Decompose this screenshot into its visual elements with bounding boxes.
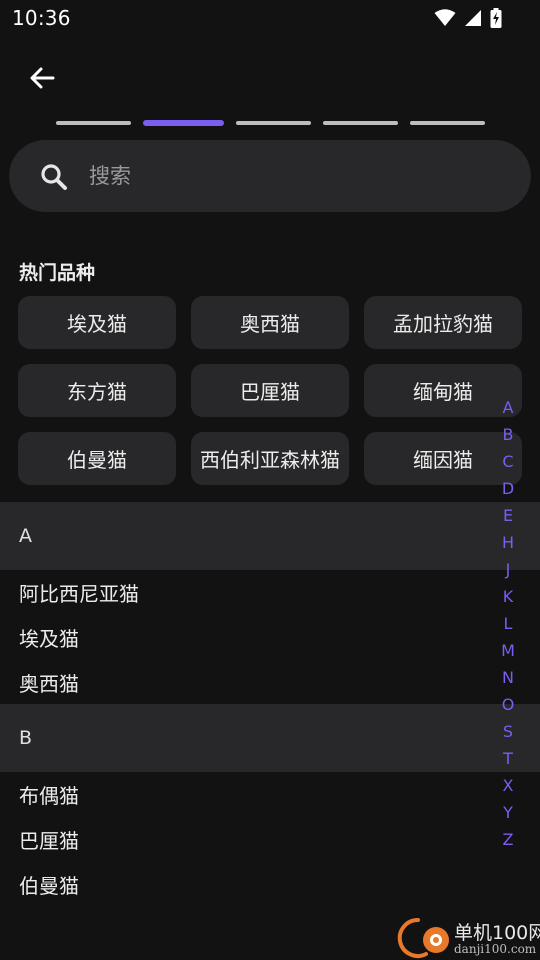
watermark-subtitle: danji100.com: [454, 942, 537, 956]
back-button[interactable]: [22, 58, 62, 98]
breed-list-item[interactable]: 伯曼猫: [0, 862, 540, 907]
alphabet-index: A B C D E H J K L M N O S T X Y Z: [496, 394, 520, 853]
index-letter-m[interactable]: M: [496, 637, 520, 664]
index-letter-z[interactable]: Z: [496, 826, 520, 853]
index-letter-s[interactable]: S: [496, 718, 520, 745]
section-header: A: [0, 502, 540, 570]
breed-list-item[interactable]: 巴厘猫: [0, 817, 540, 862]
index-letter-h[interactable]: H: [496, 529, 520, 556]
index-letter-l[interactable]: L: [496, 610, 520, 637]
breed-chip[interactable]: 西伯利亚森林猫: [191, 432, 349, 485]
popular-breeds-title: 热门品种: [19, 262, 96, 284]
index-letter-o[interactable]: O: [496, 691, 520, 718]
index-letter-a[interactable]: A: [496, 394, 520, 421]
breed-chip[interactable]: 埃及猫: [18, 296, 176, 349]
index-letter-e[interactable]: E: [496, 502, 520, 529]
search-icon: [39, 162, 69, 196]
index-letter-c[interactable]: C: [496, 448, 520, 475]
step-indicator-2-active: [143, 120, 224, 126]
status-icons: [434, 8, 502, 28]
breed-chip[interactable]: 孟加拉豹猫: [364, 296, 522, 349]
breed-chip[interactable]: 巴厘猫: [191, 364, 349, 417]
breed-chip[interactable]: 奥西猫: [191, 296, 349, 349]
breed-chip[interactable]: 伯曼猫: [18, 432, 176, 485]
breed-list-item[interactable]: 布偶猫: [0, 772, 540, 817]
breed-chip[interactable]: 东方猫: [18, 364, 176, 417]
index-letter-y[interactable]: Y: [496, 799, 520, 826]
step-indicator-1: [56, 121, 131, 125]
watermark-logo-icon: [397, 917, 449, 958]
index-letter-j[interactable]: J: [496, 556, 520, 583]
step-indicator-4: [323, 121, 398, 125]
index-letter-t[interactable]: T: [496, 745, 520, 772]
section-header: B: [0, 704, 540, 772]
step-indicator-3: [236, 121, 311, 125]
popular-breeds-grid: 埃及猫 奥西猫 孟加拉豹猫 东方猫 巴厘猫 缅甸猫 伯曼猫 西伯利亚森林猫 缅因…: [18, 296, 522, 485]
breed-list-item[interactable]: 奥西猫: [0, 660, 540, 705]
breed-list-item[interactable]: 阿比西尼亚猫: [0, 570, 540, 615]
status-time: 10:36: [12, 6, 71, 30]
watermark: 单机100网 danji100.com: [388, 914, 540, 960]
index-letter-x[interactable]: X: [496, 772, 520, 799]
index-letter-b[interactable]: B: [496, 421, 520, 448]
arrow-left-icon: [30, 67, 55, 89]
watermark-title: 单机100网: [454, 922, 540, 944]
search-input[interactable]: [89, 158, 489, 194]
index-letter-k[interactable]: K: [496, 583, 520, 610]
step-indicator-5: [410, 121, 485, 125]
search-bar[interactable]: [9, 140, 531, 212]
battery-charging-icon: [490, 8, 502, 28]
cell-signal-icon: [464, 9, 482, 27]
wifi-icon: [434, 9, 456, 27]
step-progress: [56, 120, 486, 126]
breed-list-item[interactable]: 埃及猫: [0, 615, 540, 660]
status-bar: 10:36: [0, 0, 540, 38]
breed-picker-screen: 10:36 热门品种: [0, 0, 540, 960]
index-letter-n[interactable]: N: [496, 664, 520, 691]
index-letter-d[interactable]: D: [496, 475, 520, 502]
breed-section-a: A 阿比西尼亚猫 埃及猫 奥西猫: [0, 502, 540, 705]
breed-section-b: B 布偶猫 巴厘猫 伯曼猫: [0, 704, 540, 907]
